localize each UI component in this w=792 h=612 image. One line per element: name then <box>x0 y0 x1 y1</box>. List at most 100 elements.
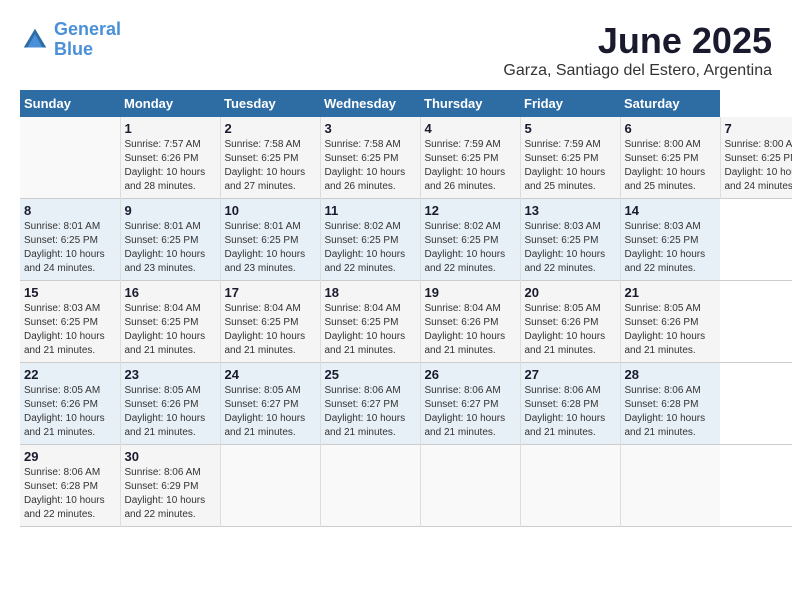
calendar-cell: 24Sunrise: 8:05 AMSunset: 6:27 PMDayligh… <box>220 363 320 445</box>
day-number: 12 <box>425 203 516 218</box>
calendar-cell: 25 Sunrise: 8:06 AMSunset: 6:27 PMDayligh… <box>320 363 420 445</box>
calendar-cell <box>420 445 520 527</box>
day-number: 25 <box>325 367 416 382</box>
day-number: 4 <box>425 121 516 136</box>
calendar-cell: 15 Sunrise: 8:03 AMSunset: 6:25 PMDayligh… <box>20 281 120 363</box>
day-info: Sunrise: 8:02 AMSunset: 6:25 PMDaylight:… <box>325 220 416 276</box>
calendar-cell: 23 Sunrise: 8:05 AMSunset: 6:26 PMDayligh… <box>120 363 220 445</box>
day-info: Sunrise: 8:01 AMSunset: 6:25 PMDaylight:… <box>24 220 116 276</box>
day-info: Sunrise: 8:05 AMSunset: 6:27 PMDaylight:… <box>225 384 316 440</box>
day-info: Sunrise: 8:06 AMSunset: 6:28 PMDaylight:… <box>625 384 717 440</box>
day-info: Sunrise: 8:01 AMSunset: 6:25 PMDaylight:… <box>225 220 316 276</box>
calendar-cell: 14Sunrise: 8:03 AMSunset: 6:25 PMDayligh… <box>620 199 720 281</box>
calendar-cell: 6 Sunrise: 8:00 AMSunset: 6:25 PMDaylight… <box>620 117 720 199</box>
calendar-week-row: 22 Sunrise: 8:05 AMSunset: 6:26 PMDayligh… <box>20 363 792 445</box>
day-number: 21 <box>625 285 717 300</box>
day-info: Sunrise: 8:05 AMSunset: 6:26 PMDaylight:… <box>125 384 216 440</box>
header-wednesday: Wednesday <box>320 90 420 117</box>
calendar-week-row: 15 Sunrise: 8:03 AMSunset: 6:25 PMDayligh… <box>20 281 792 363</box>
day-info: Sunrise: 8:03 AMSunset: 6:25 PMDaylight:… <box>525 220 616 276</box>
calendar-cell: 29 Sunrise: 8:06 AMSunset: 6:28 PMDayligh… <box>20 445 120 527</box>
calendar-cell: 18 Sunrise: 8:04 AMSunset: 6:25 PMDayligh… <box>320 281 420 363</box>
day-info: Sunrise: 8:05 AMSunset: 6:26 PMDaylight:… <box>525 302 616 358</box>
calendar-cell: 5Sunrise: 7:59 AMSunset: 6:25 PMDaylight… <box>520 117 620 199</box>
header-friday: Friday <box>520 90 620 117</box>
logo-icon <box>20 25 50 55</box>
calendar-cell: 17 Sunrise: 8:04 AMSunset: 6:25 PMDayligh… <box>220 281 320 363</box>
day-info: Sunrise: 8:04 AMSunset: 6:25 PMDaylight:… <box>325 302 416 358</box>
day-info: Sunrise: 8:00 AMSunset: 6:25 PMDaylight:… <box>625 138 716 194</box>
day-number: 22 <box>24 367 116 382</box>
logo-line2: Blue <box>54 39 93 59</box>
calendar-table: SundayMondayTuesdayWednesdayThursdayFrid… <box>20 90 792 527</box>
day-info: Sunrise: 7:57 AMSunset: 6:26 PMDaylight:… <box>125 138 216 194</box>
day-info: Sunrise: 8:00 AMSunset: 6:25 PMDaylight:… <box>725 138 792 194</box>
day-number: 29 <box>24 449 116 464</box>
header-saturday: Saturday <box>620 90 720 117</box>
day-info: Sunrise: 8:05 AMSunset: 6:26 PMDaylight:… <box>24 384 116 440</box>
day-number: 23 <box>125 367 216 382</box>
day-number: 13 <box>525 203 616 218</box>
day-number: 17 <box>225 285 316 300</box>
calendar-cell: 20Sunrise: 8:05 AMSunset: 6:26 PMDayligh… <box>520 281 620 363</box>
calendar-cell <box>520 445 620 527</box>
day-info: Sunrise: 7:59 AMSunset: 6:25 PMDaylight:… <box>525 138 616 194</box>
logo: General Blue <box>20 20 121 60</box>
day-number: 16 <box>125 285 216 300</box>
day-info: Sunrise: 8:06 AMSunset: 6:27 PMDaylight:… <box>325 384 416 440</box>
day-number: 6 <box>625 121 716 136</box>
header: General Blue June 2025 Garza, Santiago d… <box>20 20 772 80</box>
day-info: Sunrise: 7:59 AMSunset: 6:25 PMDaylight:… <box>425 138 516 194</box>
day-number: 26 <box>425 367 516 382</box>
calendar-cell <box>220 445 320 527</box>
calendar-header-row: SundayMondayTuesdayWednesdayThursdayFrid… <box>20 90 792 117</box>
subtitle: Garza, Santiago del Estero, Argentina <box>503 62 772 80</box>
header-tuesday: Tuesday <box>220 90 320 117</box>
day-info: Sunrise: 8:04 AMSunset: 6:25 PMDaylight:… <box>125 302 216 358</box>
day-info: Sunrise: 7:58 AMSunset: 6:25 PMDaylight:… <box>325 138 416 194</box>
main-title: June 2025 <box>503 20 772 62</box>
header-monday: Monday <box>120 90 220 117</box>
calendar-cell: 9 Sunrise: 8:01 AMSunset: 6:25 PMDaylight… <box>120 199 220 281</box>
calendar-cell: 10 Sunrise: 8:01 AMSunset: 6:25 PMDayligh… <box>220 199 320 281</box>
calendar-cell: 19Sunrise: 8:04 AMSunset: 6:26 PMDayligh… <box>420 281 520 363</box>
calendar-week-row: 1 Sunrise: 7:57 AMSunset: 6:26 PMDaylight… <box>20 117 792 199</box>
calendar-cell: 21 Sunrise: 8:05 AMSunset: 6:26 PMDayligh… <box>620 281 720 363</box>
day-info: Sunrise: 8:01 AMSunset: 6:25 PMDaylight:… <box>125 220 216 276</box>
day-info: Sunrise: 8:03 AMSunset: 6:25 PMDaylight:… <box>24 302 116 358</box>
day-number: 27 <box>525 367 616 382</box>
day-number: 11 <box>325 203 416 218</box>
day-number: 10 <box>225 203 316 218</box>
day-info: Sunrise: 8:06 AMSunset: 6:27 PMDaylight:… <box>425 384 516 440</box>
day-info: Sunrise: 8:05 AMSunset: 6:26 PMDaylight:… <box>625 302 717 358</box>
calendar-cell: 3Sunrise: 7:58 AMSunset: 6:25 PMDaylight… <box>320 117 420 199</box>
day-number: 30 <box>125 449 216 464</box>
calendar-cell: 1 Sunrise: 7:57 AMSunset: 6:26 PMDaylight… <box>120 117 220 199</box>
day-number: 15 <box>24 285 116 300</box>
calendar-cell <box>320 445 420 527</box>
calendar-cell: 26 Sunrise: 8:06 AMSunset: 6:27 PMDayligh… <box>420 363 520 445</box>
calendar-cell: 28 Sunrise: 8:06 AMSunset: 6:28 PMDayligh… <box>620 363 720 445</box>
day-number: 19 <box>425 285 516 300</box>
calendar-cell: 12 Sunrise: 8:02 AMSunset: 6:25 PMDayligh… <box>420 199 520 281</box>
calendar-cell: 30Sunrise: 8:06 AMSunset: 6:29 PMDayligh… <box>120 445 220 527</box>
calendar-week-row: 29 Sunrise: 8:06 AMSunset: 6:28 PMDayligh… <box>20 445 792 527</box>
day-number: 18 <box>325 285 416 300</box>
day-info: Sunrise: 8:04 AMSunset: 6:25 PMDaylight:… <box>225 302 316 358</box>
day-info: Sunrise: 8:03 AMSunset: 6:25 PMDaylight:… <box>625 220 717 276</box>
calendar-cell <box>20 117 120 199</box>
day-info: Sunrise: 8:02 AMSunset: 6:25 PMDaylight:… <box>425 220 516 276</box>
calendar-cell: 4 Sunrise: 7:59 AMSunset: 6:25 PMDaylight… <box>420 117 520 199</box>
day-number: 28 <box>625 367 717 382</box>
calendar-cell: 22 Sunrise: 8:05 AMSunset: 6:26 PMDayligh… <box>20 363 120 445</box>
day-info: Sunrise: 8:06 AMSunset: 6:28 PMDaylight:… <box>24 466 116 522</box>
calendar-cell: 2 Sunrise: 7:58 AMSunset: 6:25 PMDaylight… <box>220 117 320 199</box>
day-number: 9 <box>125 203 216 218</box>
calendar-week-row: 8 Sunrise: 8:01 AMSunset: 6:25 PMDaylight… <box>20 199 792 281</box>
day-number: 1 <box>125 121 216 136</box>
header-sunday: Sunday <box>20 90 120 117</box>
day-number: 7 <box>725 121 792 136</box>
day-info: Sunrise: 7:58 AMSunset: 6:25 PMDaylight:… <box>225 138 316 194</box>
day-number: 8 <box>24 203 116 218</box>
day-number: 2 <box>225 121 316 136</box>
